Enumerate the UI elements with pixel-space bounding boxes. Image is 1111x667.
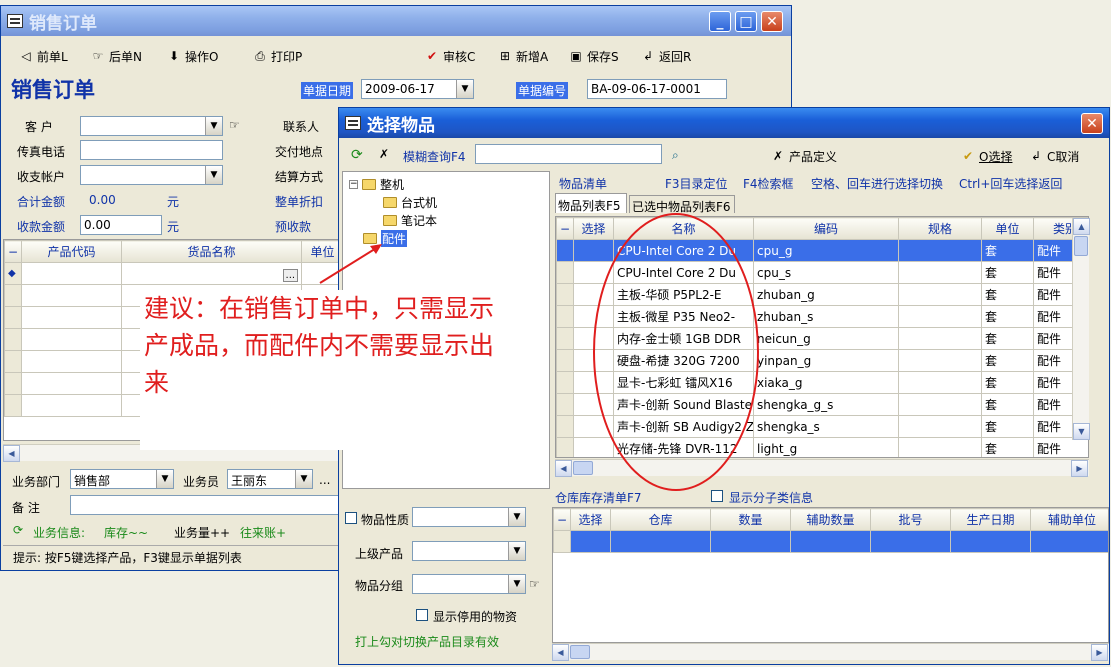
annotation-circle <box>593 213 759 491</box>
annotation-arrow <box>319 246 379 284</box>
annotation-arrowhead <box>370 244 382 254</box>
annotation-overlay <box>319 213 759 491</box>
